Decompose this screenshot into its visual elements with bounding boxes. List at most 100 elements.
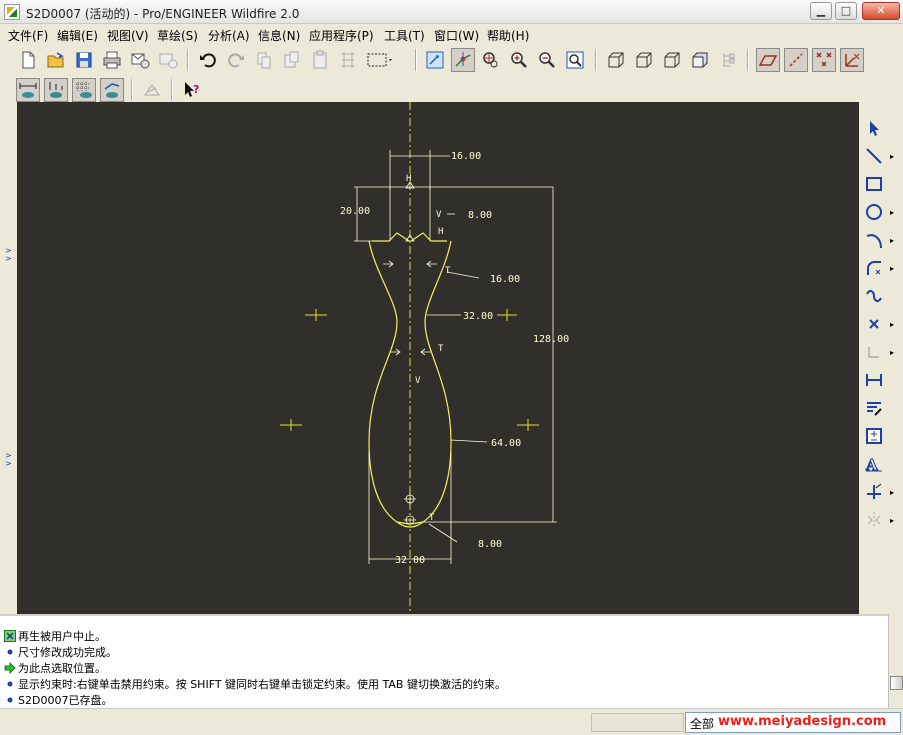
dim-upper-radius[interactable]: 16.00 (490, 274, 520, 285)
menu-sketch[interactable]: 草绘(S) (157, 27, 198, 44)
sketcher-tools-toolbar: ▸ ▸ ▸ ▸ ▸ ▸ A ▸ ▸ (860, 112, 903, 532)
menu-view[interactable]: 视图(V) (107, 27, 149, 44)
constraint-label: T (438, 344, 444, 354)
toggle-grid-icon[interactable] (72, 78, 96, 102)
dim-neck-offset[interactable]: 8.00 (468, 210, 492, 221)
dim-neck-width[interactable]: 16.00 (451, 151, 481, 162)
dim-neck-height[interactable]: 20.00 (340, 206, 370, 217)
datum-planes-icon[interactable] (756, 48, 780, 72)
use-edge-flyout-arrow[interactable]: ▸ (890, 348, 898, 357)
use-edge-icon (862, 340, 886, 364)
constraint-label: V (436, 210, 442, 220)
title-bar: S2D0007 (活动的) - Pro/ENGINEER Wildfire 2.… (0, 0, 903, 24)
save-icon[interactable] (72, 48, 96, 72)
redo-icon (224, 48, 248, 72)
message-text: 尺寸修改成功完成。 (18, 646, 117, 659)
print-icon[interactable] (100, 48, 124, 72)
constrain-icon[interactable] (862, 424, 886, 448)
toggle-constraints-icon[interactable] (44, 78, 68, 102)
context-help-icon[interactable]: ? (180, 78, 204, 102)
dim-bottom-width[interactable]: 32.00 (395, 555, 425, 566)
dim-bottom-radius[interactable]: 8.00 (478, 539, 502, 550)
menu-info[interactable]: 信息(N) (258, 27, 300, 44)
trim-flyout-arrow[interactable]: ▸ (890, 488, 898, 497)
status-field (591, 713, 684, 732)
refit-icon[interactable] (563, 48, 587, 72)
menu-bar: 文件(F) 编辑(E) 视图(V) 草绘(S) 分析(A) 信息(N) 应用程序… (0, 24, 903, 44)
centerline-marker-right-2 (517, 419, 539, 431)
minimize-button[interactable]: ▁ (810, 2, 832, 20)
line-icon[interactable] (862, 144, 886, 168)
datum-points-icon[interactable] (812, 48, 836, 72)
hidden-line-icon[interactable] (632, 48, 656, 72)
message-text: S2D0007已存盘。 (18, 694, 113, 707)
trim-icon[interactable] (862, 480, 886, 504)
arc-icon[interactable] (862, 228, 886, 252)
app-icon (4, 4, 20, 20)
prompt-arrow-icon (4, 661, 16, 675)
centerline-marker-left-2 (280, 419, 302, 431)
fillet-flyout-arrow[interactable]: ▸ (890, 264, 898, 273)
menu-window[interactable]: 窗口(W) (434, 27, 479, 44)
dimension-icon[interactable] (862, 368, 886, 392)
new-icon[interactable] (16, 48, 40, 72)
maximize-button[interactable]: □ (835, 2, 857, 20)
dim-body-radius[interactable]: 64.00 (491, 438, 521, 449)
select-box-icon[interactable] (364, 48, 396, 72)
open-icon[interactable] (44, 48, 68, 72)
no-hidden-icon[interactable] (660, 48, 684, 72)
mirror-flyout-arrow[interactable]: ▸ (890, 516, 898, 525)
fillet-icon[interactable] (862, 256, 886, 280)
rectangle-icon[interactable] (862, 172, 886, 196)
spin-center-icon[interactable] (451, 48, 475, 72)
expand-navigator-icon[interactable]: > > (5, 247, 12, 263)
orient-icon[interactable] (479, 48, 503, 72)
message-area: 再生被用户中止。 尺寸修改成功完成。 为此点选取位置。 显示约束时:右键单击禁用… (0, 614, 888, 708)
info-bullet-icon (4, 646, 16, 658)
modify-icon[interactable] (862, 396, 886, 420)
zoom-in-icon[interactable] (507, 48, 531, 72)
datum-axes-icon[interactable] (784, 48, 808, 72)
zoom-out-icon[interactable] (535, 48, 559, 72)
arc-flyout-arrow[interactable]: ▸ (890, 236, 898, 245)
message-line: 再生被用户中止。 (4, 628, 106, 644)
mirror-icon (862, 508, 886, 532)
menu-applications[interactable]: 应用程序(P) (309, 27, 374, 44)
circle-flyout-arrow[interactable]: ▸ (890, 208, 898, 217)
close-button[interactable]: ✕ (862, 2, 900, 20)
text-icon[interactable]: A (862, 452, 886, 476)
point-flyout-arrow[interactable]: ▸ (890, 320, 898, 329)
horizontal-centerline-marker-left (305, 309, 327, 321)
send-email-icon[interactable] (128, 48, 152, 72)
spline-icon[interactable] (862, 284, 886, 308)
sketch-diagnostic-icon (140, 78, 164, 102)
menu-file[interactable]: 文件(F) (8, 27, 48, 44)
select-arrow-icon[interactable] (862, 116, 886, 140)
graphics-window[interactable]: 16.00 20.00 8.00 16.00 32.00 128.00 64.0… (17, 102, 859, 614)
message-scrollbar[interactable] (888, 614, 903, 708)
info-bullet-icon (4, 678, 16, 690)
message-scroll-thumb[interactable] (890, 676, 903, 690)
menu-tools[interactable]: 工具(T) (384, 27, 425, 44)
toggle-dimensions-icon[interactable] (16, 78, 40, 102)
point-icon[interactable] (862, 312, 886, 336)
wireframe-icon[interactable] (604, 48, 628, 72)
shading-icon[interactable] (688, 48, 712, 72)
cut-icon (252, 48, 276, 72)
svg-text:?: ? (193, 83, 199, 96)
dim-waist-width[interactable]: 32.00 (463, 311, 493, 322)
expand-browser-icon[interactable]: > > (5, 452, 12, 468)
constraint-label: H (438, 227, 443, 237)
menu-analysis[interactable]: 分析(A) (208, 27, 250, 44)
line-flyout-arrow[interactable]: ▸ (890, 152, 898, 161)
dim-total-height[interactable]: 128.00 (533, 334, 569, 345)
undo-icon[interactable] (196, 48, 220, 72)
toggle-vertices-icon[interactable] (100, 78, 124, 102)
message-text: 再生被用户中止。 (18, 630, 106, 643)
sketch-canvas[interactable]: 16.00 20.00 8.00 16.00 32.00 128.00 64.0… (17, 102, 859, 614)
menu-help[interactable]: 帮助(H) (487, 27, 529, 44)
coordinate-systems-icon[interactable] (840, 48, 864, 72)
repaint-icon[interactable] (423, 48, 447, 72)
circle-icon[interactable] (862, 200, 886, 224)
menu-edit[interactable]: 编辑(E) (57, 27, 98, 44)
